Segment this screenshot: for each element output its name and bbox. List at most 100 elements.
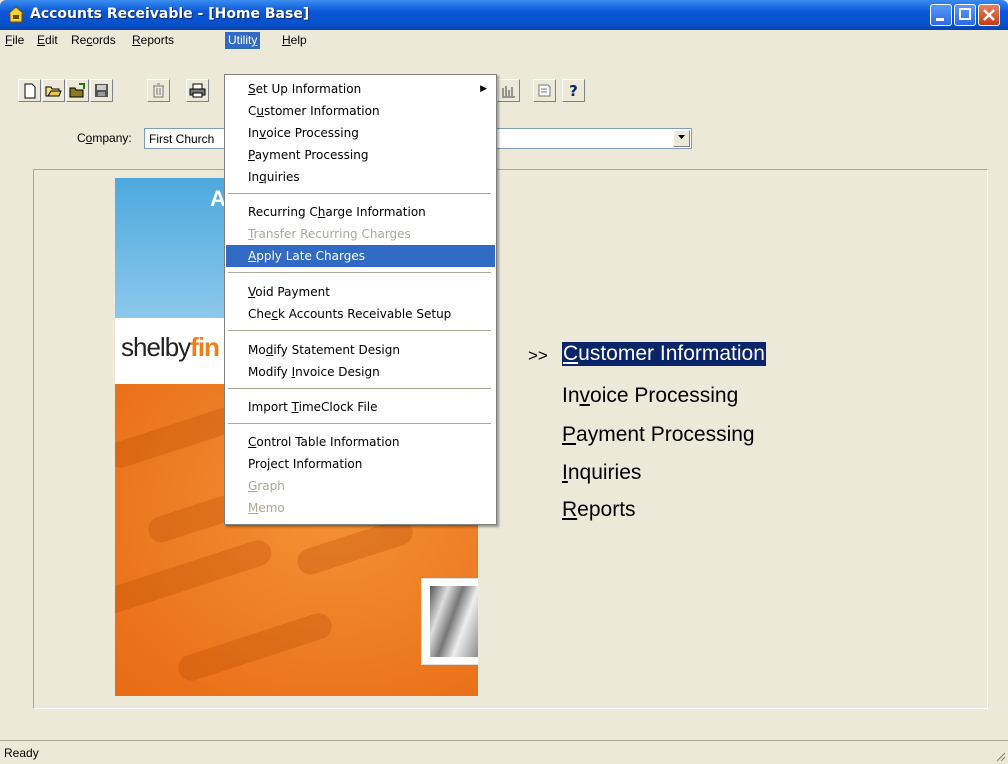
mi-project-a: Pro	[248, 457, 268, 471]
menu-edit-mnemonic: E	[37, 33, 46, 47]
mi-statement-b: ify Statement Design	[273, 343, 400, 357]
help-button[interactable]: ?	[562, 79, 585, 102]
logo-suffix: fin	[190, 332, 220, 362]
mi-check-b: k Accounts Receivable Setup	[277, 307, 452, 321]
menu-item-project-information[interactable]: Project Information	[226, 453, 495, 475]
menu-item-control-table-information[interactable]: Control Table Information	[226, 431, 495, 453]
memo-button[interactable]	[533, 79, 556, 102]
delete-button[interactable]	[147, 79, 170, 102]
minimize-button[interactable]	[930, 4, 952, 26]
title-bar[interactable]: Accounts Receivable - [Home Base]	[0, 0, 1008, 30]
dropdown-arrow-icon	[678, 135, 685, 139]
nav-selection-arrow: >>	[528, 346, 548, 365]
mi-modinv-b: nvoice Design	[295, 365, 380, 379]
menu-utility[interactable]: Utility	[225, 32, 261, 49]
mi-import-mnemonic: T	[291, 400, 299, 414]
menu-separator	[228, 193, 491, 194]
graph-button[interactable]	[497, 79, 520, 102]
mi-invoice-b: oice Processing	[266, 126, 359, 140]
mi-inquiries-mnemonic: q	[259, 170, 267, 184]
nav-inquiries-rest: nquiries	[567, 461, 642, 484]
open-company-button[interactable]	[66, 79, 89, 102]
printer-icon	[189, 83, 206, 98]
nav-customer-information[interactable]: Customer Information	[562, 342, 766, 366]
menu-item-import-timeclock-file[interactable]: Import TimeClock File	[226, 396, 495, 418]
mi-inquiries-a: In	[248, 170, 260, 184]
company-dropdown-button[interactable]	[673, 130, 690, 147]
window-title: Accounts Receivable - [Home Base]	[30, 6, 310, 22]
menu-item-transfer-recurring-charges[interactable]: Transfer Recurring Charges	[226, 223, 495, 245]
menu-item-inquiries[interactable]: Inquiries	[226, 166, 495, 188]
menu-file-rest: ile	[12, 33, 25, 47]
menu-reports-rest: eports	[140, 33, 175, 47]
status-bar: Ready	[0, 740, 1008, 764]
mi-recurring-b: arge Information	[325, 205, 426, 219]
close-button[interactable]	[978, 4, 1000, 26]
company-label-b: mpany:	[92, 131, 132, 145]
save-disk-icon	[95, 84, 108, 97]
menu-item-modify-invoice-design[interactable]: Modify Invoice Design	[226, 361, 495, 383]
menu-file[interactable]: File	[2, 32, 27, 49]
nav-reports[interactable]: Reports	[562, 498, 636, 522]
company-label-a: C	[77, 131, 86, 145]
nav-payment-mnemonic: P	[562, 423, 577, 446]
menu-item-apply-late-charges[interactable]: Apply Late Charges	[226, 245, 495, 267]
nav-reports-rest: eports	[577, 498, 636, 521]
nav-payment-processing[interactable]: Payment Processing	[562, 423, 755, 447]
menu-item-customer-information[interactable]: Customer Information	[226, 100, 495, 122]
menu-help[interactable]: Help	[279, 32, 310, 49]
mi-memo-mnemonic: M	[248, 501, 259, 515]
resize-grip-icon[interactable]	[994, 750, 1006, 762]
print-button[interactable]	[186, 79, 209, 102]
menu-item-check-accounts-receivable-setup[interactable]: Check Accounts Receivable Setup	[226, 303, 495, 325]
toolbar: ?	[0, 51, 1008, 117]
menu-item-payment-processing[interactable]: Payment Processing	[226, 144, 495, 166]
status-text: Ready	[4, 746, 39, 760]
bar-chart-icon	[502, 86, 515, 98]
mi-import-a: Import	[248, 400, 292, 414]
folder-arrow-icon	[69, 83, 85, 98]
menu-edit[interactable]: Edit	[34, 32, 61, 49]
menu-item-set-up-information[interactable]: Set Up Information ▶	[226, 78, 495, 100]
nav-reports-mnemonic: R	[562, 498, 578, 521]
mi-customer-mnemonic: u	[256, 104, 264, 118]
menu-help-rest: elp	[290, 33, 307, 47]
app-icon[interactable]	[7, 6, 25, 23]
mi-project-b: ect Information	[270, 457, 363, 471]
mi-apply-mnemonic: A	[248, 249, 257, 263]
submenu-arrow-icon: ▶	[480, 84, 487, 94]
maximize-button[interactable]	[954, 4, 976, 26]
tread-shape	[174, 609, 336, 685]
new-button[interactable]	[18, 79, 41, 102]
new-document-icon	[24, 83, 35, 98]
memo-icon	[538, 84, 551, 97]
nav-invoice-processing[interactable]: Invoice Processing	[562, 384, 738, 408]
splash-photo-image	[430, 586, 478, 657]
nav-customer-rest: ustomer Information	[578, 342, 765, 365]
menu-item-memo[interactable]: Memo	[226, 497, 495, 519]
menu-item-recurring-charge-information[interactable]: Recurring Charge Information	[226, 201, 495, 223]
menu-item-modify-statement-design[interactable]: Modify Statement Design	[226, 339, 495, 361]
splash-photo	[421, 578, 478, 665]
open-button[interactable]	[42, 79, 65, 102]
menu-separator	[228, 388, 491, 389]
menu-item-invoice-processing[interactable]: Invoice Processing	[226, 122, 495, 144]
menu-item-graph[interactable]: Graph	[226, 475, 495, 497]
logo-prefix: shelby	[121, 332, 191, 362]
menu-help-mnemonic: H	[282, 33, 291, 47]
company-label: Company:	[77, 131, 132, 145]
mi-payment-mnemonic: P	[248, 148, 255, 162]
menu-separator	[228, 330, 491, 331]
mi-apply-rest: pply Late Charges	[256, 249, 365, 263]
menu-records[interactable]: Records	[68, 32, 119, 49]
close-icon	[983, 9, 995, 21]
menu-item-void-payment[interactable]: Void Payment	[226, 281, 495, 303]
tread-shape	[115, 536, 275, 618]
nav-payment-rest: ayment Processing	[576, 423, 755, 446]
trash-icon	[153, 83, 164, 98]
menu-reports[interactable]: Reports	[129, 32, 177, 49]
mi-control-rest: ontrol Table Information	[256, 435, 400, 449]
nav-inquiries[interactable]: Inquiries	[562, 461, 641, 485]
tread-shape	[293, 516, 417, 578]
save-button[interactable]	[90, 79, 113, 102]
